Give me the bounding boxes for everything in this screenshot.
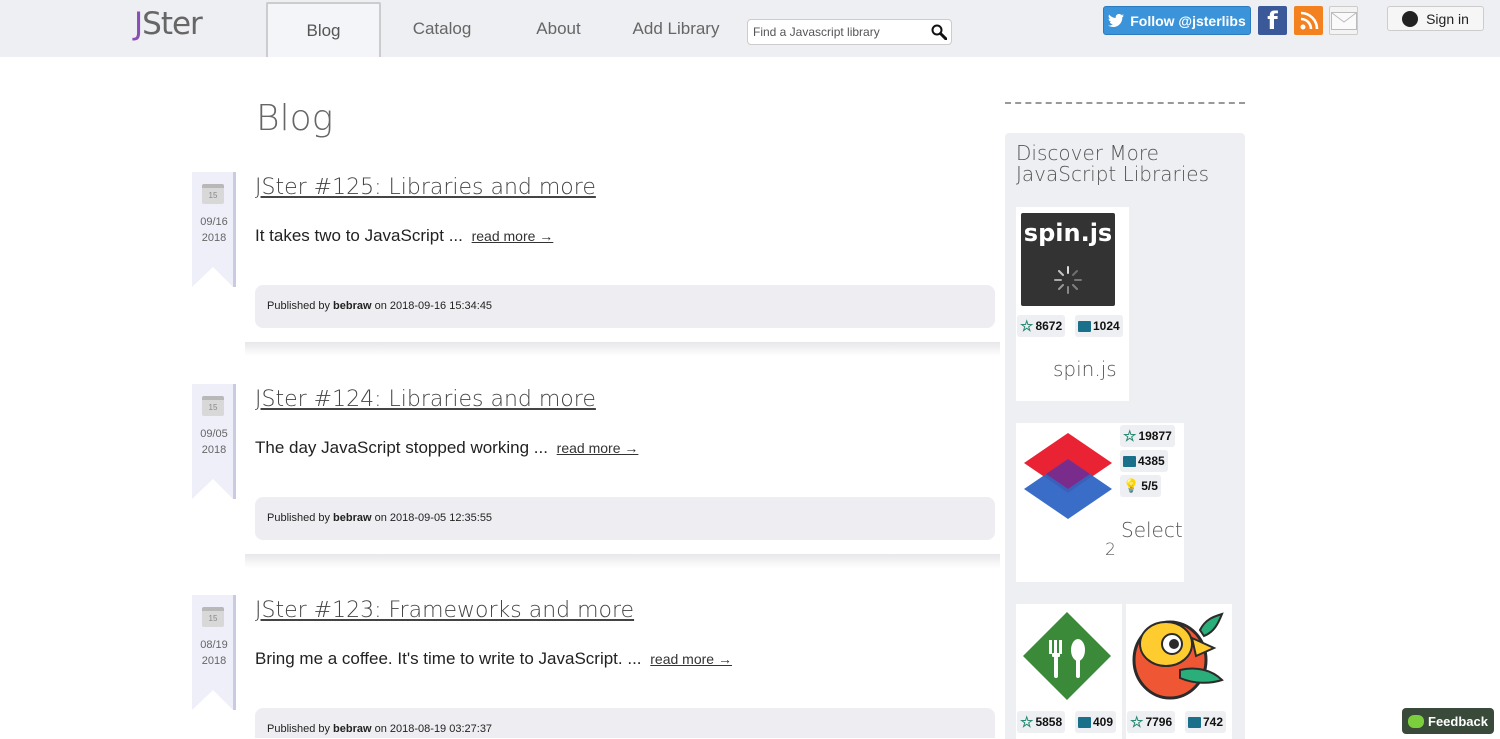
forks-badge: 409 bbox=[1075, 711, 1117, 733]
sign-in-button[interactable]: Sign in bbox=[1387, 6, 1484, 31]
post-excerpt: It takes two to JavaScript ... read more… bbox=[255, 226, 554, 245]
bird-logo bbox=[1132, 612, 1224, 700]
fork-icon bbox=[1123, 455, 1136, 467]
stars-badge: ☆ 19877 bbox=[1120, 425, 1175, 447]
published-info: Published by bebraw on 2018-08-19 03:27:… bbox=[255, 708, 995, 738]
star-icon: ☆ bbox=[1020, 317, 1034, 335]
published-info: Published by bebraw on 2018-09-16 15:34:… bbox=[255, 285, 995, 328]
rating-badge: 💡 5/5 bbox=[1120, 475, 1161, 497]
read-more-link[interactable]: read more → bbox=[472, 228, 554, 244]
nav-tab-about[interactable]: About bbox=[520, 0, 597, 57]
page-title: Blog bbox=[256, 98, 334, 139]
nav-tab-blog[interactable]: Blog bbox=[266, 2, 381, 57]
nav-tab-add-library[interactable]: Add Library bbox=[626, 0, 726, 57]
fork-spoon-logo bbox=[1023, 612, 1111, 700]
post-date-day: 08/19 bbox=[200, 639, 228, 651]
mail-icon[interactable] bbox=[1329, 6, 1358, 35]
post-date-day: 09/16 bbox=[200, 216, 228, 228]
post-title-link[interactable]: JSter #125: Libraries and more bbox=[255, 175, 596, 200]
post-excerpt: Bring me a coffee. It's time to write to… bbox=[255, 649, 732, 668]
discover-sidebar: Discover More JavaScript Libraries spin.… bbox=[1005, 133, 1245, 739]
star-icon: ☆ bbox=[1020, 713, 1034, 731]
date-ribbon: 15 09/16 2018 bbox=[192, 172, 236, 287]
spinjs-logo: spin.js bbox=[1021, 213, 1115, 306]
date-ribbon: 15 09/05 2018 bbox=[192, 384, 236, 499]
library-name-line2: 2 bbox=[1105, 540, 1116, 560]
post-date-year: 2018 bbox=[201, 444, 227, 456]
post-title-link[interactable]: JSter #123: Frameworks and more bbox=[255, 598, 634, 623]
feedback-bubble-icon bbox=[1408, 714, 1424, 728]
star-icon: ☆ bbox=[1130, 713, 1144, 731]
calendar-icon: 15 bbox=[202, 607, 224, 627]
author-name: bebraw bbox=[333, 512, 372, 524]
library-search bbox=[747, 19, 952, 45]
sidebar-divider bbox=[1005, 102, 1245, 104]
author-name: bebraw bbox=[333, 300, 372, 312]
library-card[interactable]: ☆ 5858 409 bbox=[1016, 604, 1122, 739]
jster-logo[interactable]: JSter bbox=[134, 6, 203, 42]
top-navigation-bar: JSter Blog Catalog About Add Library Fol… bbox=[0, 0, 1500, 57]
library-card-select2[interactable]: ☆ 19877 4385 💡 5/5 Select 2 bbox=[1016, 423, 1184, 582]
stars-badge: ☆ 8672 bbox=[1017, 315, 1066, 337]
sidebar-title: Discover More JavaScript Libraries bbox=[1016, 141, 1209, 186]
forks-badge: 1024 bbox=[1075, 315, 1123, 337]
nav-tab-catalog[interactable]: Catalog bbox=[395, 0, 489, 57]
calendar-icon: 15 bbox=[202, 184, 224, 204]
calendar-icon: 15 bbox=[202, 396, 224, 416]
spinner-icon bbox=[1054, 266, 1082, 294]
search-icon[interactable] bbox=[931, 24, 947, 40]
star-icon: ☆ bbox=[1123, 427, 1137, 445]
author-name: bebraw bbox=[333, 723, 372, 735]
twitter-follow-button[interactable]: Follow @jsterlibs bbox=[1103, 6, 1251, 35]
post-title-link[interactable]: JSter #124: Libraries and more bbox=[255, 387, 596, 412]
date-ribbon: 15 08/19 2018 bbox=[192, 595, 236, 710]
search-input[interactable] bbox=[748, 25, 923, 39]
twitter-bird-icon bbox=[1108, 14, 1125, 27]
blog-post: 15 08/19 2018 JSter #123: Frameworks and… bbox=[192, 595, 1000, 739]
stars-badge: ☆ 5858 bbox=[1017, 711, 1066, 733]
blog-post: 15 09/05 2018 JSter #124: Libraries and … bbox=[192, 384, 1000, 574]
rss-icon[interactable] bbox=[1294, 6, 1323, 35]
library-name: Select bbox=[1121, 518, 1183, 542]
facebook-icon[interactable]: f bbox=[1258, 6, 1287, 35]
post-date-year: 2018 bbox=[201, 232, 227, 244]
blog-post: 15 09/16 2018 JSter #125: Libraries and … bbox=[192, 172, 1000, 362]
fork-icon bbox=[1078, 716, 1091, 728]
lightbulb-icon: 💡 bbox=[1123, 478, 1140, 493]
read-more-link[interactable]: read more → bbox=[557, 440, 639, 456]
library-card-spinjs[interactable]: spin.js ☆ 8672 1024 spin.js bbox=[1016, 207, 1129, 401]
post-date-day: 09/05 bbox=[200, 428, 228, 440]
stars-badge: ☆ 7796 bbox=[1127, 711, 1176, 733]
forks-badge: 4385 bbox=[1120, 450, 1168, 472]
post-excerpt: The day JavaScript stopped working ... r… bbox=[255, 438, 639, 457]
github-icon bbox=[1402, 10, 1419, 27]
forks-badge: 742 bbox=[1185, 711, 1227, 733]
read-more-link[interactable]: read more → bbox=[650, 651, 732, 667]
library-name: spin.js bbox=[1053, 357, 1117, 381]
published-info: Published by bebraw on 2018-09-05 12:35:… bbox=[255, 497, 995, 540]
post-date-year: 2018 bbox=[201, 655, 227, 667]
fork-icon bbox=[1078, 320, 1091, 332]
feedback-button[interactable]: Feedback bbox=[1402, 708, 1494, 734]
library-card[interactable]: ☆ 7796 742 bbox=[1126, 604, 1232, 739]
post-divider bbox=[245, 554, 1000, 568]
fork-icon bbox=[1188, 716, 1201, 728]
select2-logo bbox=[1024, 433, 1112, 519]
post-divider bbox=[245, 342, 1000, 356]
